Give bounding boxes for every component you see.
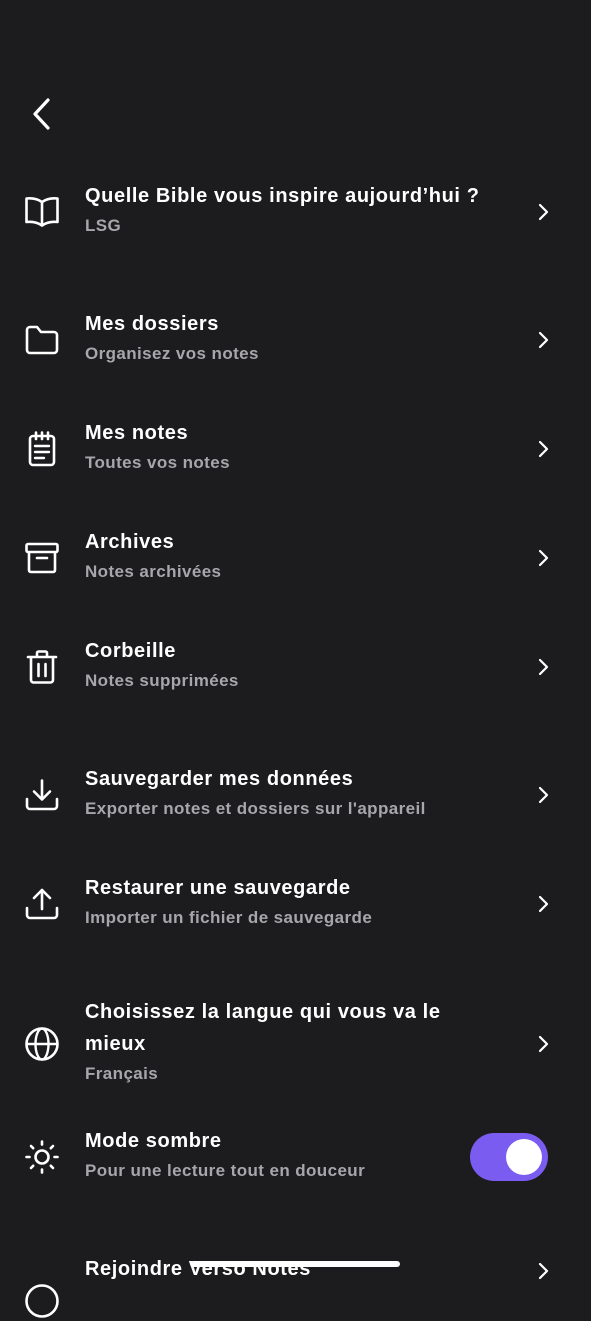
menu-item-subtitle: Organisez vos notes	[85, 344, 259, 363]
chevron-right-icon	[531, 200, 555, 224]
chevron-right-icon	[531, 783, 555, 807]
menu-item-trash[interactable]: Corbeille Notes supprimées	[0, 635, 591, 699]
menu-item-title: Mode sombre	[85, 1130, 222, 1152]
menu-item-subtitle: Français	[85, 1064, 159, 1083]
menu-item-title: Mes notes	[85, 422, 189, 444]
menu-item-title: Choisissez la langue qui vous va le mieu…	[85, 1001, 441, 1055]
menu-item-subtitle: Pour une lecture tout en douceur	[85, 1161, 366, 1180]
trash-icon	[22, 647, 62, 687]
menu-item-notes[interactable]: Mes notes Toutes vos notes	[0, 417, 591, 481]
menu-item-subtitle: Importer un fichier de sauvegarde	[85, 908, 373, 927]
upload-icon	[22, 884, 62, 924]
menu-item-title: Quelle Bible vous inspire aujourd’hui ?	[85, 185, 480, 207]
menu-item-backup[interactable]: Sauvegarder mes données Exporter notes e…	[0, 763, 591, 827]
chevron-right-icon	[531, 546, 555, 570]
chevron-right-icon	[531, 655, 555, 679]
menu-item-title: Sauvegarder mes données	[85, 768, 354, 790]
dark-mode-toggle[interactable]	[470, 1133, 548, 1181]
sun-icon	[22, 1137, 62, 1177]
menu-item-title: Corbeille	[85, 640, 176, 662]
menu-item-bible[interactable]: Quelle Bible vous inspire aujourd’hui ? …	[0, 180, 591, 244]
menu-item-subtitle: Notes supprimées	[85, 671, 239, 690]
back-button[interactable]	[22, 92, 62, 136]
menu-item-subtitle: Exporter notes et dossiers sur l'apparei…	[85, 799, 426, 818]
menu-item-title: Mes dossiers	[85, 313, 219, 335]
chevron-left-icon	[30, 97, 54, 131]
menu-item-subtitle: LSG	[85, 216, 122, 235]
book-icon	[22, 192, 62, 232]
folder-icon	[22, 320, 62, 360]
menu-item-title: Rejoindre Verso Notes	[85, 1258, 311, 1280]
menu-item-folders[interactable]: Mes dossiers Organisez vos notes	[0, 308, 591, 372]
chevron-right-icon	[531, 1259, 555, 1283]
menu-item-language[interactable]: Choisissez la langue qui vous va le mieu…	[0, 996, 591, 1092]
menu-item-subtitle: Notes archivées	[85, 562, 222, 581]
archive-box-icon	[22, 538, 62, 578]
chevron-right-icon	[531, 892, 555, 916]
download-icon	[22, 775, 62, 815]
chevron-right-icon	[531, 437, 555, 461]
toggle-knob	[506, 1139, 542, 1175]
menu-item-title: Restaurer une sauvegarde	[85, 877, 351, 899]
chevron-right-icon	[531, 1032, 555, 1056]
menu-item-subtitle: Toutes vos notes	[85, 453, 230, 472]
home-indicator[interactable]	[190, 1261, 400, 1267]
menu-item-archives[interactable]: Archives Notes archivées	[0, 526, 591, 590]
notepad-icon	[22, 429, 62, 469]
chevron-right-icon	[531, 328, 555, 352]
globe-icon	[22, 1024, 62, 1064]
circle-icon	[22, 1281, 62, 1321]
menu-item-restore[interactable]: Restaurer une sauvegarde Importer un fic…	[0, 872, 591, 936]
menu-item-dark-mode: Mode sombre Pour une lecture tout en dou…	[0, 1125, 591, 1189]
menu-item-title: Archives	[85, 531, 175, 553]
